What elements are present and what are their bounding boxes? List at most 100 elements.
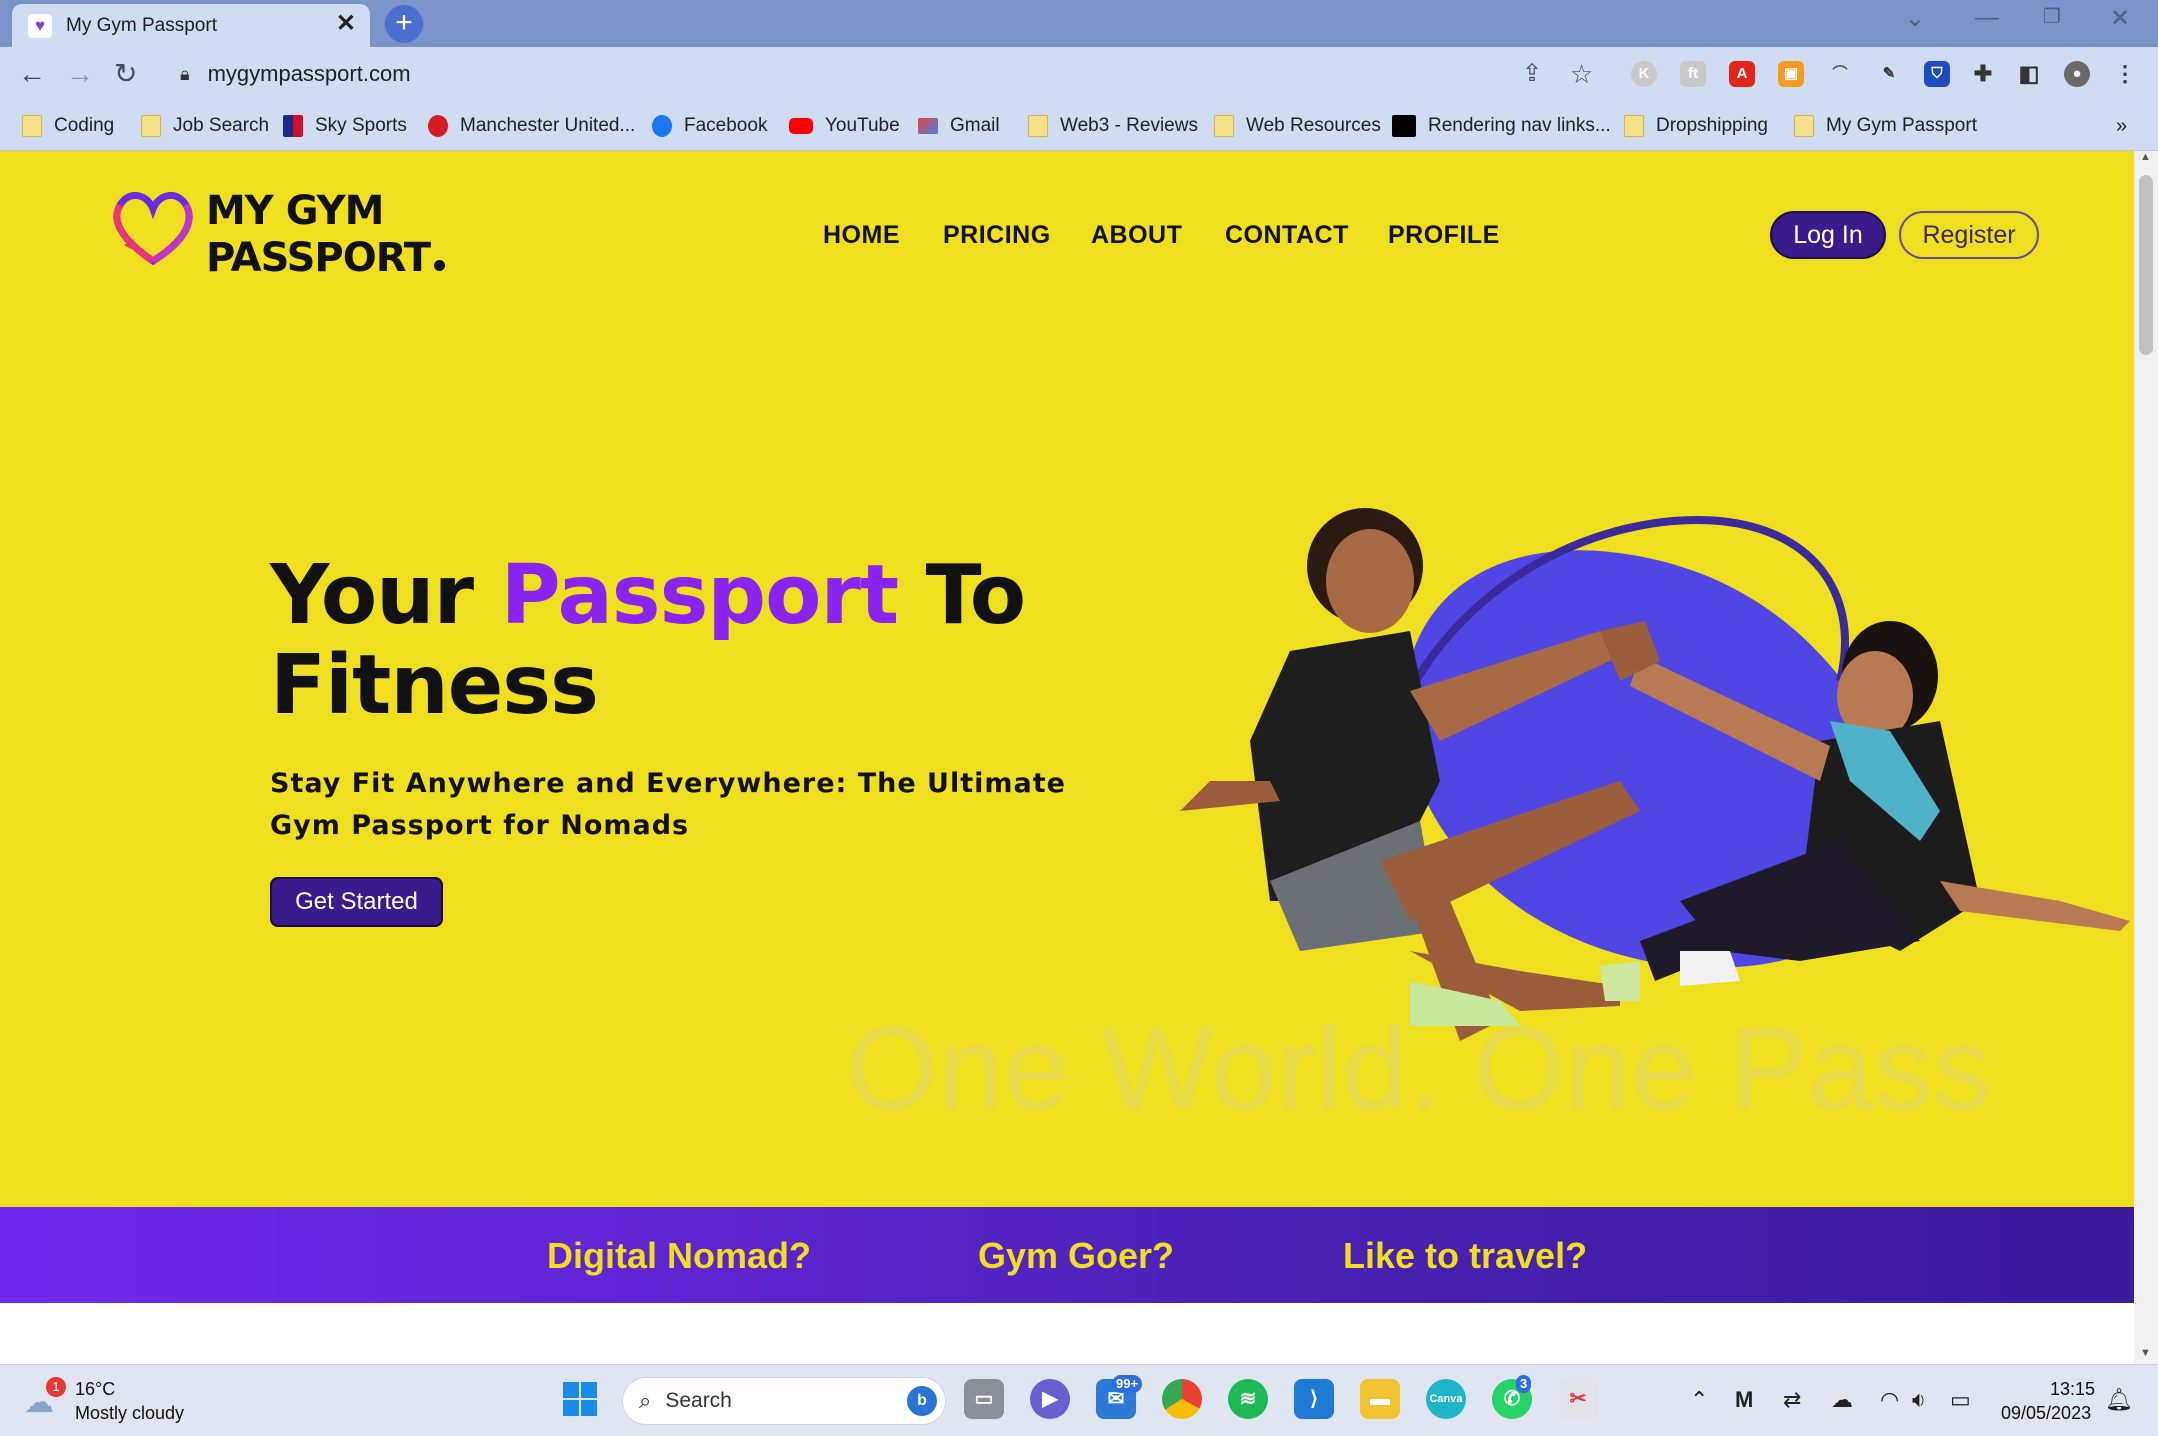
clock-date[interactable]: 09/05/2023	[2001, 1403, 2091, 1424]
watermark-slogan: One World. One Pass	[846, 1003, 1992, 1135]
font-extension-icon[interactable]: ft	[1680, 61, 1706, 87]
extensions-puzzle-icon[interactable]: ✚	[1970, 61, 1996, 87]
tray-app-icon[interactable]: M	[1735, 1387, 1753, 1413]
folder-icon	[22, 115, 42, 137]
scroll-up-arrow-icon[interactable]: ▲	[2140, 151, 2151, 163]
onedrive-error-icon[interactable]: ☁	[1831, 1387, 1853, 1413]
wifi-icon[interactable]: ◠	[1880, 1387, 1899, 1413]
kebab-menu-icon[interactable]: ⋮	[2112, 61, 2138, 87]
folder-icon	[1214, 115, 1234, 137]
hero-subtitle: Stay Fit Anywhere and Everywhere: The Ul…	[270, 768, 1066, 841]
scroll-down-arrow-icon[interactable]: ▼	[2140, 1347, 2151, 1359]
register-button[interactable]: Register	[1899, 211, 2039, 259]
manutd-crest-icon	[428, 115, 448, 137]
tab-title: My Gym Passport	[66, 14, 217, 36]
logo-line-2: PASSPORT	[206, 235, 431, 281]
browser-tab[interactable]: ♥ My Gym Passport ✕	[12, 4, 370, 47]
orange-extension-icon[interactable]: ▣	[1778, 61, 1804, 87]
nav-profile[interactable]: PROFILE	[1388, 221, 1500, 250]
bookmark-item[interactable]: YouTube	[789, 113, 900, 139]
nav-pricing[interactable]: PRICING	[943, 221, 1051, 250]
clock-time[interactable]: 13:15	[2050, 1379, 2095, 1400]
browser-toolbar: ← → ↻ 🔒︎ mygympassport.com ⇪ ☆ K ft A ▣ …	[0, 47, 2158, 103]
webpage: MY GYM PASSPORT HOME PRICING ABOUT CONTA…	[0, 151, 2134, 1364]
banner-item: Like to travel?	[1343, 1235, 1588, 1276]
bitwarden-extension-icon[interactable]: ⛉	[1924, 61, 1950, 87]
nav-contact[interactable]: CONTACT	[1225, 221, 1349, 250]
folder-icon	[141, 115, 161, 137]
taskbar-search[interactable]: ⌕ Search b	[622, 1377, 946, 1425]
bookmark-item[interactable]: Manchester United...	[428, 113, 635, 139]
close-tab-icon[interactable]: ✕	[336, 12, 356, 36]
search-label: Search	[665, 1389, 732, 1412]
bookmark-star-icon[interactable]: ☆	[1570, 58, 1593, 90]
bookmarks-bar: Coding Job Search Sky Sports Manchester …	[0, 103, 2158, 151]
tray-overflow-chevron-icon[interactable]: ⌃	[1690, 1387, 1708, 1413]
lock-icon[interactable]: 🔒︎	[180, 64, 190, 85]
tray-settings-icon[interactable]: ⇄	[1783, 1387, 1801, 1413]
arc-extension-icon[interactable]: ⌒	[1827, 61, 1853, 87]
tab-search-icon[interactable]: ⌄	[1905, 4, 1925, 33]
bookmark-item[interactable]: My Gym Passport	[1794, 113, 1977, 139]
windows-start-icon[interactable]	[560, 1379, 600, 1419]
eyedropper-extension-icon[interactable]: ✎	[1876, 61, 1902, 87]
forward-arrow-icon[interactable]: →	[66, 58, 94, 90]
banner-item: Digital Nomad?	[547, 1235, 812, 1276]
whatsapp-badge: 3	[1516, 1375, 1532, 1393]
nav-home[interactable]: HOME	[823, 221, 900, 250]
restore-window-icon[interactable]: ❐	[2043, 4, 2061, 29]
get-started-button[interactable]: Get Started	[270, 877, 443, 927]
acrobat-extension-icon[interactable]: A	[1729, 61, 1755, 87]
search-icon: ⌕	[639, 1388, 652, 1413]
folder-icon	[1794, 115, 1814, 137]
bookmark-item[interactable]: Sky Sports	[283, 113, 407, 139]
sky-sports-icon	[283, 115, 303, 137]
weather-description: Mostly cloudy	[75, 1403, 185, 1423]
bookmark-item[interactable]: Dropshipping	[1624, 113, 1768, 139]
bookmark-item[interactable]: Rendering nav links...	[1392, 113, 1611, 139]
page-scrollbar[interactable]: ▲ ▼	[2134, 151, 2158, 1364]
spotify-icon[interactable]: ≋	[1228, 1379, 1268, 1419]
share-icon[interactable]: ⇪	[1522, 58, 1542, 90]
heart-passport-logo-icon	[113, 192, 193, 266]
more-bookmarks-chevron-icon[interactable]: »	[2116, 113, 2127, 139]
heart-favicon-icon: ♥	[28, 13, 52, 38]
mail-badge: 99+	[1112, 1375, 1143, 1393]
new-tab-button[interactable]: +	[385, 5, 423, 43]
notifications-bell-icon[interactable]: 🔔︎	[2105, 1387, 2133, 1413]
hero-illustration	[1180, 508, 2130, 1041]
bookmark-item[interactable]: Facebook	[652, 113, 767, 139]
back-arrow-icon[interactable]: ←	[18, 58, 46, 90]
scrollbar-thumb[interactable]	[2139, 175, 2153, 355]
address-bar[interactable]: 🔒︎ mygympassport.com	[160, 52, 1800, 96]
task-view-icon[interactable]: ▭	[964, 1379, 1004, 1419]
bookmark-item[interactable]: Job Search	[141, 113, 269, 139]
side-panel-icon[interactable]: ◧	[2016, 61, 2042, 87]
bookmark-item[interactable]: Coding	[22, 113, 114, 139]
bookmark-item[interactable]: Gmail	[918, 113, 1000, 139]
next-section	[0, 1303, 2134, 1364]
volume-icon[interactable]: 🔉︎	[1912, 1387, 1926, 1413]
k-extension-icon[interactable]: K	[1631, 61, 1657, 87]
windows-taskbar: ☁ 1 16°C Mostly cloudy ⌕ Search b ▭ ▶ ✉ …	[0, 1364, 2158, 1436]
battery-icon[interactable]: ▭	[1950, 1387, 1971, 1413]
teams-chat-icon[interactable]: ▶	[1030, 1379, 1070, 1419]
hero-title: Your Passport To Fitness	[270, 551, 1026, 731]
weather-temperature: 16°C	[75, 1379, 116, 1399]
nav-about[interactable]: ABOUT	[1091, 221, 1182, 250]
canva-icon[interactable]: Canva	[1426, 1379, 1466, 1419]
profile-avatar[interactable]: ●	[2064, 61, 2090, 87]
vscode-icon[interactable]: ⟩	[1294, 1379, 1334, 1419]
file-explorer-icon[interactable]: ▬	[1360, 1379, 1400, 1419]
folder-icon	[1624, 115, 1644, 137]
bookmark-item[interactable]: Web3 - Reviews	[1028, 113, 1198, 139]
login-button[interactable]: Log In	[1770, 211, 1886, 259]
close-window-icon[interactable]: ✕	[2110, 4, 2130, 33]
minimize-window-icon[interactable]: —	[1975, 4, 1999, 32]
chrome-icon[interactable]	[1162, 1379, 1202, 1419]
bing-icon[interactable]: b	[907, 1386, 937, 1416]
snipping-tool-icon[interactable]: ✂	[1558, 1379, 1598, 1419]
reload-icon[interactable]: ↻	[114, 58, 137, 90]
weather-widget[interactable]: ☁ 1	[24, 1377, 66, 1419]
bookmark-item[interactable]: Web Resources	[1214, 113, 1381, 139]
